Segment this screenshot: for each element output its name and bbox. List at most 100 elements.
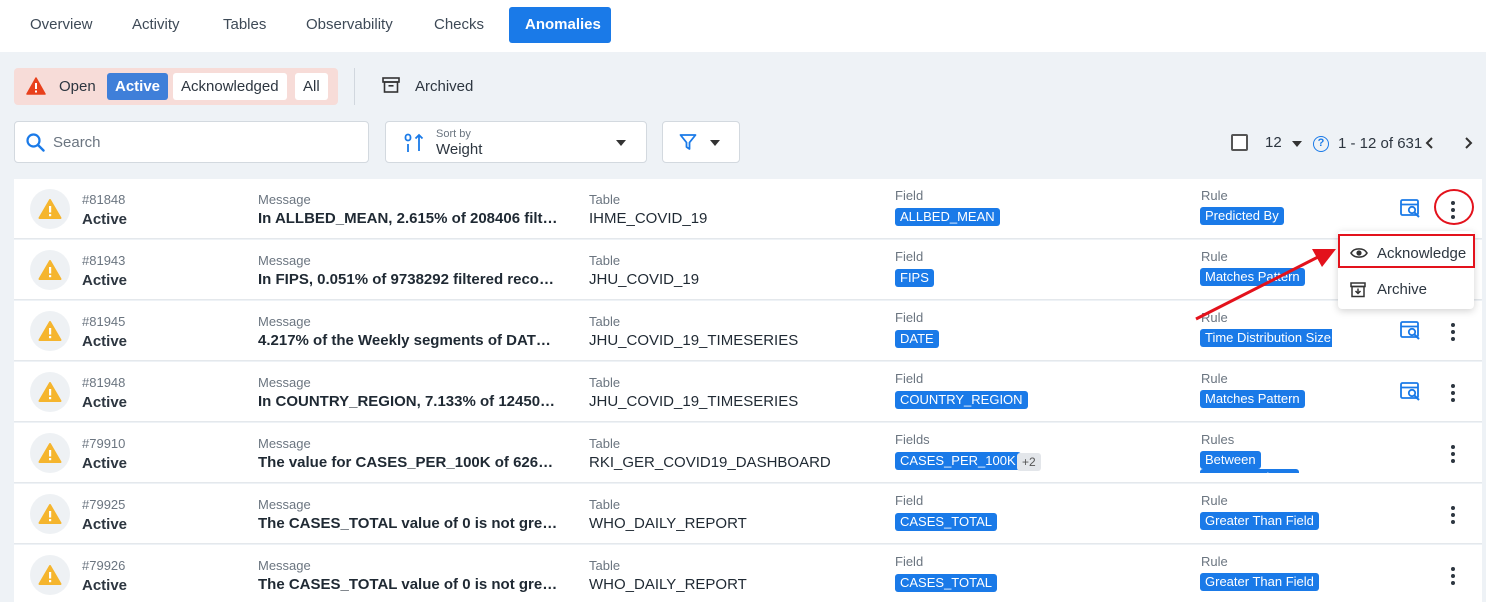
- table-name: WHO_DAILY_REPORT: [589, 576, 747, 593]
- tab-checks[interactable]: Checks: [418, 7, 500, 43]
- tab-tables[interactable]: Tables: [207, 7, 282, 43]
- table-row[interactable]: #81848 Active Message In ALLBED_MEAN, 2.615…: [14, 179, 1482, 239]
- select-all-checkbox[interactable]: [1231, 134, 1248, 151]
- search-icon: [26, 133, 45, 152]
- more-vertical-icon[interactable]: [1438, 378, 1468, 408]
- anomaly-status: Active: [82, 577, 128, 594]
- field-chip[interactable]: ALLBED_MEAN: [895, 208, 1000, 226]
- anomaly-icon: [30, 189, 70, 229]
- highlight-circle: [1434, 189, 1474, 225]
- anomaly-icon: [30, 311, 70, 351]
- pagination-info: 1 - 12 of 631: [1338, 135, 1423, 152]
- rule-chips: Greater Than Field: [1200, 573, 1332, 595]
- tab-anomalies[interactable]: Anomalies: [509, 7, 611, 43]
- tab-overview[interactable]: Overview: [14, 7, 109, 43]
- anomaly-id: #81943: [82, 253, 126, 268]
- pointer-arrow: [1195, 249, 1336, 321]
- archive-menu-item[interactable]: Archive: [1338, 272, 1474, 306]
- table-name: WHO_DAILY_REPORT: [589, 515, 747, 532]
- anomaly-id: #81948: [82, 375, 126, 390]
- rule-label: Rule: [1201, 188, 1228, 203]
- rule-chip[interactable]: Between Times: [1200, 469, 1299, 473]
- inspect-table-icon[interactable]: [1400, 199, 1422, 219]
- message-label: Message: [258, 497, 311, 512]
- per-page-select[interactable]: 12: [1265, 134, 1282, 151]
- message-label: Message: [258, 314, 311, 329]
- rule-chip[interactable]: Predicted By: [1200, 207, 1284, 225]
- message-label: Message: [258, 558, 311, 573]
- anomaly-status: Active: [82, 333, 128, 350]
- anomaly-icon: [30, 494, 70, 534]
- field-chip[interactable]: CASES_TOTAL: [895, 574, 997, 592]
- field-label: Field: [895, 493, 924, 508]
- message-label: Message: [258, 436, 311, 451]
- table-row[interactable]: #79910 Active Message The value for CASES_P…: [14, 423, 1482, 483]
- chevron-left-icon[interactable]: [1424, 136, 1436, 150]
- field-label: Field: [895, 249, 924, 264]
- warning-triangle-icon: [38, 321, 62, 341]
- search-input[interactable]: [53, 130, 353, 154]
- table-row[interactable]: #79925 Active Message The CASES_TOTAL value…: [14, 484, 1482, 544]
- rule-chip[interactable]: Greater Than Field: [1200, 573, 1319, 591]
- table-label: Table: [589, 375, 621, 390]
- message-label: Message: [258, 375, 311, 390]
- archived-label: Archived: [415, 78, 474, 95]
- table-name: JHU_COVID_19_TIMESERIES: [589, 393, 799, 410]
- table-label: Table: [589, 314, 621, 329]
- warning-triangle-icon: [38, 260, 62, 280]
- field-chip[interactable]: COUNTRY_REGION: [895, 391, 1028, 409]
- table-label: Table: [589, 192, 621, 207]
- anomaly-message: In FIPS, 0.051% of 9738292 filtered reco…: [258, 271, 558, 288]
- tab-observability[interactable]: Observability: [290, 7, 409, 43]
- all-filter-button[interactable]: All: [295, 73, 328, 100]
- field-chip[interactable]: DATE: [895, 330, 939, 348]
- search-box[interactable]: [14, 121, 369, 163]
- anomaly-message: In COUNTRY_REGION, 7.133% of 12450699 fi…: [258, 393, 558, 410]
- anomaly-message: The CASES_TOTAL value of 0 is not greate…: [258, 576, 558, 593]
- sort-value: Weight: [436, 141, 483, 158]
- anomaly-id: #81848: [82, 192, 126, 207]
- sort-select[interactable]: Sort by Weight: [385, 121, 647, 163]
- more-vertical-icon[interactable]: [1438, 561, 1468, 591]
- more-vertical-icon[interactable]: [1438, 317, 1468, 347]
- rule-label: Rule: [1201, 371, 1228, 386]
- table-row[interactable]: #79926 Active Message The CASES_TOTAL value…: [14, 545, 1482, 602]
- rule-chip[interactable]: Between: [1200, 451, 1261, 469]
- chevron-down-icon: [710, 140, 720, 146]
- field-chip[interactable]: FIPS: [895, 269, 934, 287]
- field-label: Fields: [895, 432, 930, 447]
- chevron-right-icon[interactable]: [1462, 136, 1474, 150]
- rule-chip[interactable]: Matches Pattern: [1200, 390, 1305, 408]
- archive-box-icon: [382, 77, 400, 93]
- anomaly-message: The value for CASES_PER_100K of 62697.42…: [258, 454, 558, 471]
- acknowledged-filter-button[interactable]: Acknowledged: [173, 73, 287, 100]
- field-chip[interactable]: CASES_TOTAL: [895, 513, 997, 531]
- highlight-box: [1338, 234, 1475, 268]
- table-row[interactable]: #81948 Active Message In COUNTRY_REGION, 7.…: [14, 362, 1482, 422]
- inspect-table-icon[interactable]: [1400, 382, 1422, 402]
- rule-chips: Time Distribution Size: [1200, 329, 1332, 351]
- more-vertical-icon[interactable]: [1438, 439, 1468, 469]
- field-chip[interactable]: CASES_PER_100K: [895, 452, 1021, 470]
- chevron-down-icon[interactable]: [1292, 141, 1302, 147]
- field-label: Field: [895, 310, 924, 325]
- tab-activity[interactable]: Activity: [116, 7, 196, 43]
- filter-button[interactable]: [662, 121, 740, 163]
- more-vertical-icon[interactable]: [1438, 500, 1468, 530]
- inspect-table-icon[interactable]: [1400, 321, 1422, 341]
- sort-icon: [404, 133, 424, 152]
- table-name: IHME_COVID_19: [589, 210, 708, 227]
- anomaly-message: 4.217% of the Weekly segments of DATE ha…: [258, 332, 558, 349]
- anomaly-id: #79926: [82, 558, 126, 573]
- table-name: JHU_COVID_19: [589, 271, 700, 288]
- more-fields-badge[interactable]: +2: [1017, 453, 1041, 471]
- table-label: Table: [589, 436, 621, 451]
- message-label: Message: [258, 192, 311, 207]
- help-icon[interactable]: ?: [1313, 136, 1329, 152]
- rule-chip[interactable]: Time Distribution Size: [1200, 329, 1332, 347]
- warning-triangle-icon: [38, 199, 62, 219]
- sort-caption: Sort by: [436, 128, 471, 140]
- active-filter-button[interactable]: Active: [107, 73, 169, 100]
- rule-chip[interactable]: Greater Than Field: [1200, 512, 1319, 530]
- rule-chips: BetweenBetween Times: [1200, 451, 1332, 473]
